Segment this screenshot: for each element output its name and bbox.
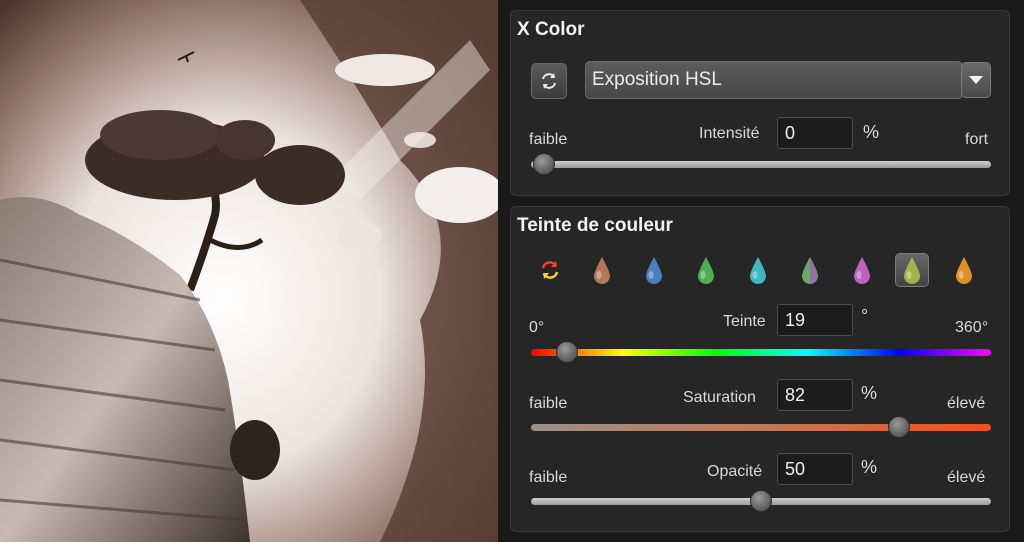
preset-select[interactable]: Exposition HSL	[585, 61, 963, 99]
opacity-high-label: élevé	[947, 469, 986, 486]
hue-high-label: 360°	[955, 319, 989, 336]
magenta-preset[interactable]	[845, 253, 879, 287]
intensity-high-label: fort	[965, 131, 989, 148]
opacity-low-label: faible	[529, 469, 568, 486]
preset-dropdown-button[interactable]	[961, 62, 991, 98]
intensity-unit: %	[863, 122, 880, 142]
random-color-icon	[541, 261, 559, 279]
saturation-low-label: faible	[529, 395, 568, 412]
green-drop-icon	[698, 257, 714, 284]
opacity-label: Opacité	[707, 463, 763, 480]
hue-low-label: 0°	[529, 319, 545, 336]
brown-preset[interactable]	[585, 253, 619, 287]
hue-label: Teinte	[723, 313, 766, 330]
opacity-slider-thumb[interactable]	[750, 490, 772, 512]
magenta-drop-icon	[854, 257, 870, 284]
cyan-drop-icon	[750, 257, 766, 284]
yellow-green-drop-icon	[904, 257, 920, 284]
hue-slider-track[interactable]	[531, 349, 991, 356]
cyan-preset[interactable]	[741, 253, 775, 287]
xcolor-title: X Color	[517, 19, 585, 40]
green-purple-drop-icon	[802, 257, 818, 284]
tint-title: Teinte de couleur	[517, 215, 673, 236]
saturation-input[interactable]: 82	[777, 379, 853, 411]
saturation-label: Saturation	[683, 389, 756, 406]
refresh-icon	[542, 73, 556, 89]
refresh-button[interactable]	[531, 63, 567, 99]
photo-preview-image	[0, 0, 498, 542]
intensity-slider-track[interactable]	[531, 161, 991, 168]
opacity-unit: %	[861, 457, 878, 477]
saturation-high-label: élevé	[947, 395, 986, 412]
hue-input[interactable]: 19	[777, 304, 853, 336]
intensity-input[interactable]: 0	[777, 117, 853, 149]
blue-preset[interactable]	[637, 253, 671, 287]
intensity-slider-thumb[interactable]	[533, 153, 555, 175]
hue-unit: °	[861, 306, 869, 326]
xcolor-section: X Color Exposition HSL faible Intensité …	[510, 10, 1010, 196]
blue-drop-icon	[646, 257, 662, 284]
hue-slider-thumb[interactable]	[556, 341, 578, 363]
tint-section: Teinte de couleur 0° Teinte 19 ° 360° fa…	[510, 206, 1010, 532]
saturation-slider-thumb[interactable]	[888, 416, 910, 438]
brown-drop-icon	[594, 257, 610, 284]
settings-panel: X Color Exposition HSL faible Intensité …	[498, 0, 1024, 542]
saturation-unit: %	[861, 383, 878, 403]
intensity-label: Intensité	[699, 125, 760, 142]
yellow-green-preset[interactable]	[895, 253, 929, 287]
orange-preset[interactable]	[947, 253, 981, 287]
green-preset[interactable]	[689, 253, 723, 287]
photo-preview	[0, 0, 498, 542]
green-purple-preset[interactable]	[793, 253, 827, 287]
orange-drop-icon	[956, 257, 972, 284]
saturation-slider-track[interactable]	[531, 424, 991, 431]
chevron-down-icon	[969, 76, 983, 84]
random-color-preset[interactable]	[533, 253, 567, 287]
intensity-low-label: faible	[529, 131, 568, 148]
opacity-input[interactable]: 50	[777, 453, 853, 485]
